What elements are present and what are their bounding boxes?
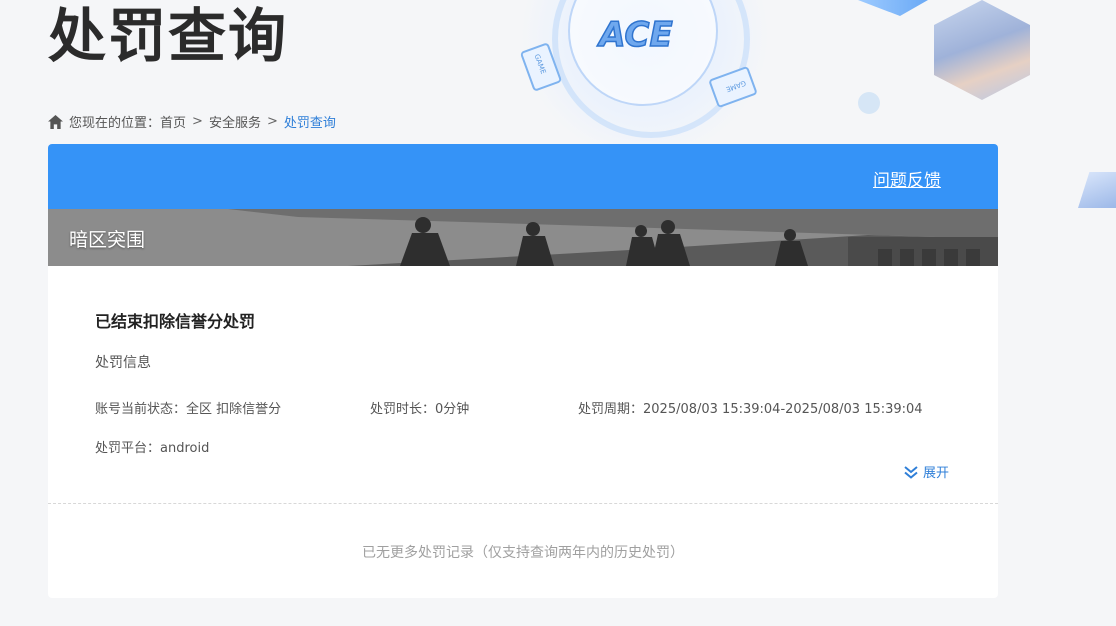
side-decoration xyxy=(1078,172,1116,208)
header-decoration-shape xyxy=(858,0,928,16)
character-portrait-decoration xyxy=(934,0,1030,100)
penalty-record: 已结束扣除信誉分处罚 处罚信息 账号当前状态：全区 扣除信誉分 处罚时长：0分钟… xyxy=(48,266,998,504)
panel-header-bar: 问题反馈 xyxy=(48,144,998,209)
penalty-duration: 处罚时长：0分钟 xyxy=(370,402,470,417)
breadcrumb-current: 处罚查询 xyxy=(283,116,336,131)
game-name: 暗区突围 xyxy=(69,229,146,251)
ace-logo: ACE xyxy=(596,14,674,56)
account-status: 账号当前状态：全区 扣除信誉分 xyxy=(95,402,282,417)
penalty-info-heading: 处罚信息 xyxy=(95,355,151,371)
expand-button[interactable]: 展开 xyxy=(903,462,949,481)
penalty-panel: 问题反馈 暗区突围 已结束扣除信誉分处罚 处罚信息 账号当前状态：全区 扣除信誉… xyxy=(48,144,998,598)
header-decoration-dot xyxy=(858,92,880,114)
expand-label: 展开 xyxy=(923,466,950,481)
penalty-period: 处罚周期：2025/08/03 15:39:04-2025/08/03 15:3… xyxy=(578,402,923,417)
home-icon xyxy=(48,114,63,129)
breadcrumb: 您现在的位置： 首页 > 安全服务 > 处罚查询 xyxy=(48,112,336,131)
breadcrumb-separator: > xyxy=(266,114,278,129)
svg-text:ACE: ACE xyxy=(596,15,672,55)
game-banner-image xyxy=(48,209,998,266)
feedback-link[interactable]: 问题反馈 xyxy=(873,166,941,191)
record-title: 已结束扣除信誉分处罚 xyxy=(95,312,256,331)
breadcrumb-prefix: 您现在的位置： xyxy=(69,116,161,131)
breadcrumb-home-link[interactable]: 首页 xyxy=(160,112,186,131)
double-chevron-down-icon xyxy=(904,465,918,479)
no-more-records-note: 已无更多处罚记录（仅支持查询两年内的历史处罚） xyxy=(362,545,684,561)
breadcrumb-separator: > xyxy=(192,114,203,129)
page-title: 处罚查询 xyxy=(48,2,289,70)
penalty-platform: 处罚平台：android xyxy=(95,441,210,456)
breadcrumb-security-link[interactable]: 安全服务 xyxy=(209,112,261,131)
game-banner: 暗区突围 xyxy=(48,209,998,266)
